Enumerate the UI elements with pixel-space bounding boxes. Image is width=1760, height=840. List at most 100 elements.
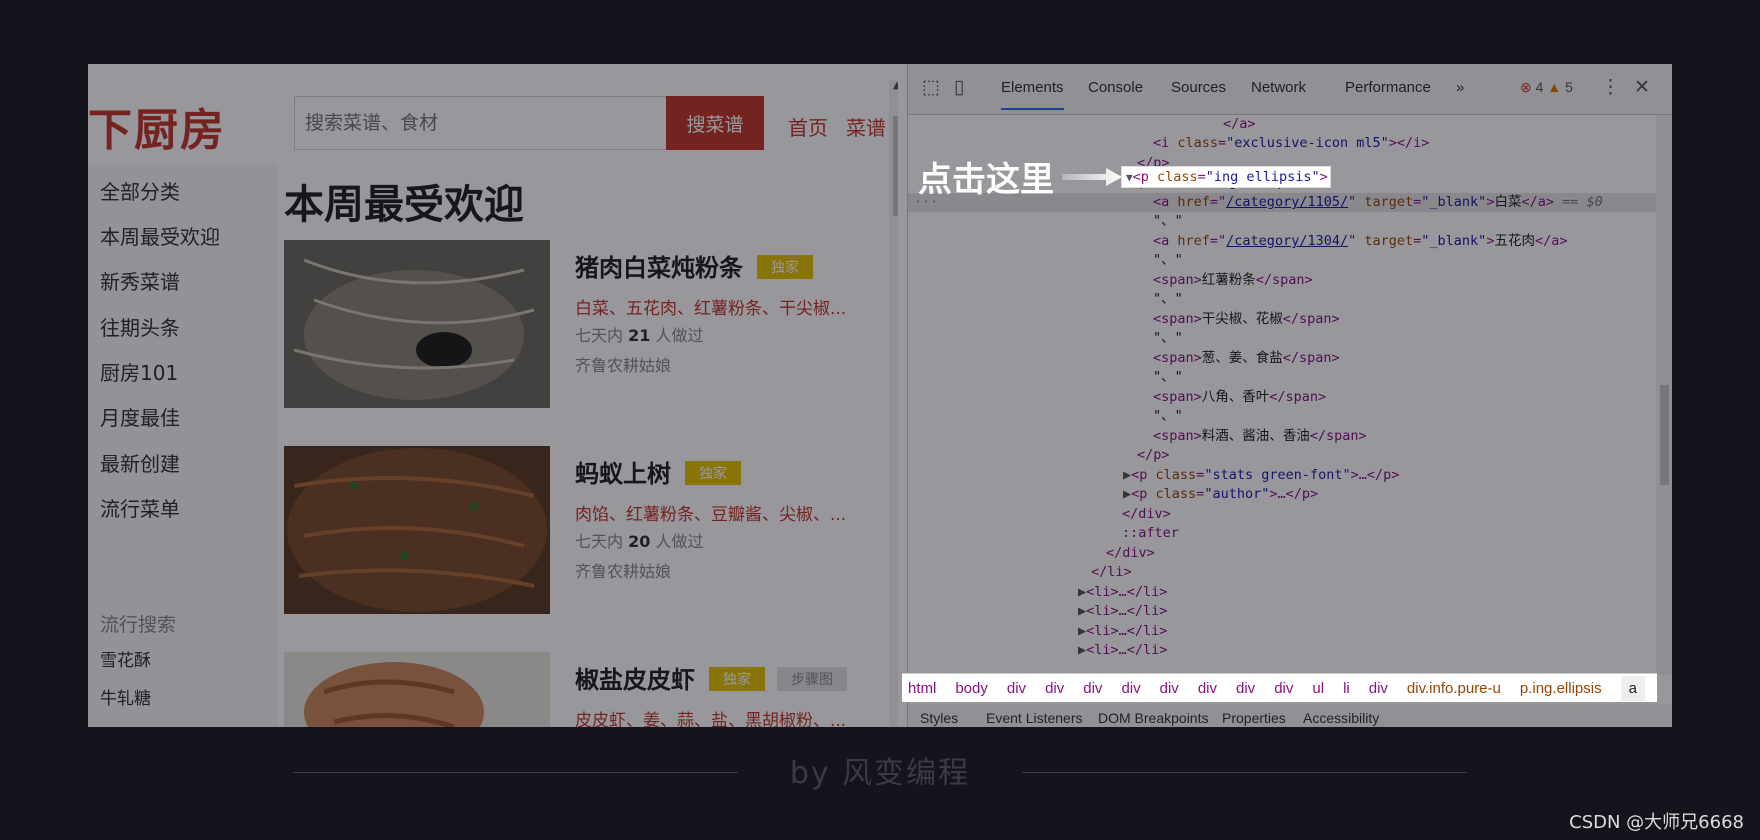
dom-line[interactable]: "、": [908, 368, 1656, 387]
breadcrumb-item[interactable]: body: [955, 680, 988, 697]
breadcrumb-item[interactable]: html: [908, 680, 936, 697]
sidebar-item-popular-menus[interactable]: 流行菜单: [100, 493, 180, 522]
popular-search-item[interactable]: 雪花酥: [100, 646, 151, 671]
recipe-author[interactable]: 齐鲁农耕姑娘: [575, 558, 671, 582]
sidebar-item-all-categories[interactable]: 全部分类: [100, 176, 180, 205]
recipe-title[interactable]: 椒盐皮皮虾 独家 步骤图: [575, 660, 847, 695]
page-scrollbar[interactable]: ▲: [889, 80, 898, 727]
dom-link[interactable]: /category/1105/: [1226, 194, 1348, 210]
dom-line[interactable]: </li>: [908, 563, 1656, 582]
dom-line[interactable]: "、": [908, 251, 1656, 270]
dom-line[interactable]: ▶<li>…</li>: [908, 602, 1656, 621]
dom-scrollbar[interactable]: [1656, 115, 1672, 675]
recipe-image[interactable]: [284, 240, 550, 408]
expand-triangle-icon[interactable]: ▶: [1078, 603, 1086, 619]
dom-line[interactable]: ▶<li>…</li>: [908, 641, 1656, 660]
dom-line[interactable]: ▶<p class="stats green-font">…</p>: [908, 466, 1656, 485]
recipe-image[interactable]: [284, 652, 550, 727]
dom-line[interactable]: <a href="/category/1304/" target="_blank…: [908, 232, 1656, 251]
recipe-ingredients[interactable]: 皮皮虾、姜、蒜、盐、黑胡椒粉、...: [575, 706, 855, 727]
breadcrumb-item[interactable]: p.ing.ellipsis: [1520, 680, 1602, 697]
site-logo[interactable]: 下厨房: [88, 94, 226, 158]
sidebar-item-newest[interactable]: 最新创建: [100, 448, 180, 477]
sidebar-item-past-headlines[interactable]: 往期头条: [100, 312, 180, 341]
tab-console[interactable]: Console: [1088, 79, 1143, 96]
tab-event-listeners[interactable]: Event Listeners: [986, 710, 1083, 726]
expand-triangle-icon[interactable]: ▶: [1123, 486, 1131, 502]
expand-triangle-icon[interactable]: ▶: [1078, 642, 1086, 658]
dom-line[interactable]: </a>: [908, 115, 1656, 134]
tab-styles[interactable]: Styles: [920, 710, 958, 726]
search-input[interactable]: [294, 96, 666, 150]
popular-search-item[interactable]: 牛轧糖: [100, 684, 151, 709]
tab-network[interactable]: Network: [1251, 79, 1306, 96]
dom-line[interactable]: "、": [908, 290, 1656, 309]
close-icon[interactable]: ✕: [1634, 76, 1650, 99]
expand-triangle-icon[interactable]: ▶: [1123, 467, 1131, 483]
recipe-title[interactable]: 猪肉白菜炖粉条 独家: [575, 248, 813, 283]
search-button[interactable]: 搜菜谱: [666, 96, 764, 150]
dom-line[interactable]: </div>: [908, 505, 1656, 524]
breadcrumb-item[interactable]: div: [1198, 680, 1217, 697]
dom-line[interactable]: </div>: [908, 544, 1656, 563]
dom-link[interactable]: /category/1304/: [1226, 233, 1348, 249]
dom-line[interactable]: "、": [908, 329, 1656, 348]
nav-recipes-link[interactable]: 菜谱: [846, 112, 886, 141]
device-toggle-icon[interactable]: ▯: [954, 76, 964, 99]
dom-line[interactable]: <span>干尖椒、花椒</span>: [908, 310, 1656, 329]
highlighted-p-ing-ellipsis[interactable]: ▼<p class="ing ellipsis">: [1121, 166, 1331, 188]
sidebar-item-new-recipes[interactable]: 新秀菜谱: [100, 266, 180, 295]
dom-line[interactable]: <i class="exclusive-icon ml5"></i>: [908, 134, 1656, 153]
recipe-image[interactable]: [284, 446, 550, 614]
tab-dom-breakpoints[interactable]: DOM Breakpoints: [1098, 710, 1208, 726]
scrollbar-thumb[interactable]: [893, 116, 898, 216]
error-warning-counter[interactable]: ⊗ 4 ▲ 5: [1520, 79, 1573, 96]
expand-triangle-icon[interactable]: ▶: [1078, 623, 1086, 639]
recipe-ingredients[interactable]: 白菜、五花肉、红薯粉条、干尖椒...: [575, 294, 855, 319]
recipe-author[interactable]: 齐鲁农耕姑娘: [575, 352, 671, 376]
breadcrumb-item[interactable]: div: [1007, 680, 1026, 697]
dom-line[interactable]: ▶<li>…</li>: [908, 583, 1656, 602]
dom-line[interactable]: ::after: [908, 524, 1656, 543]
recipe-title[interactable]: 蚂蚁上树 独家: [575, 454, 741, 489]
scroll-up-icon[interactable]: ▲: [893, 80, 898, 91]
sidebar-item-kitchen-101[interactable]: 厨房101: [100, 357, 178, 386]
scrollbar-thumb[interactable]: [1660, 385, 1669, 485]
tab-accessibility[interactable]: Accessibility: [1303, 710, 1379, 726]
sidebar-item-monthly-best[interactable]: 月度最佳: [100, 402, 180, 431]
dom-line[interactable]: "、": [908, 212, 1656, 231]
tab-sources[interactable]: Sources: [1171, 79, 1226, 96]
breadcrumb-item[interactable]: div: [1121, 680, 1140, 697]
dom-line[interactable]: <span>料酒、酱油、香油</span>: [908, 427, 1656, 446]
breadcrumb-item[interactable]: ul: [1312, 680, 1324, 697]
dom-line[interactable]: <span>八角、香叶</span>: [908, 388, 1656, 407]
dom-line[interactable]: <span>红薯粉条</span>: [908, 271, 1656, 290]
nav-home-link[interactable]: 首页: [788, 112, 828, 141]
breadcrumb-item[interactable]: div.info.pure-u: [1407, 680, 1501, 697]
recipe-ingredients[interactable]: 肉馅、红薯粉条、豆瓣酱、尖椒、...: [575, 500, 855, 525]
breadcrumb-item[interactable]: div: [1274, 680, 1293, 697]
dom-line[interactable]: ▶<p class="author">…</p>: [908, 485, 1656, 504]
breadcrumb-item[interactable]: div: [1045, 680, 1064, 697]
expand-triangle-icon[interactable]: ▼: [1126, 171, 1133, 184]
dom-line[interactable]: </p>: [908, 446, 1656, 465]
more-tabs-button[interactable]: »: [1456, 79, 1464, 96]
inspect-element-icon[interactable]: ⬚: [922, 76, 940, 99]
tab-elements[interactable]: Elements: [1001, 79, 1064, 110]
dom-line[interactable]: ▶<li>…</li>: [908, 622, 1656, 641]
recipe-title-text[interactable]: 蚂蚁上树: [575, 460, 671, 488]
breadcrumb-item-current[interactable]: a: [1620, 676, 1645, 701]
breadcrumb-item[interactable]: div: [1160, 680, 1179, 697]
breadcrumb-item[interactable]: div: [1083, 680, 1102, 697]
tab-properties[interactable]: Properties: [1222, 710, 1286, 726]
tab-performance[interactable]: Performance: [1345, 79, 1431, 96]
breadcrumb-item[interactable]: li: [1343, 680, 1350, 697]
dom-line[interactable]: "、": [908, 407, 1656, 426]
recipe-title-text[interactable]: 猪肉白菜炖粉条: [575, 254, 743, 282]
breadcrumb-item[interactable]: div: [1369, 680, 1388, 697]
breadcrumb-item[interactable]: div: [1236, 680, 1255, 697]
dom-line[interactable]: <span>葱、姜、食盐</span>: [908, 349, 1656, 368]
expand-triangle-icon[interactable]: ▶: [1078, 584, 1086, 600]
recipe-title-text[interactable]: 椒盐皮皮虾: [575, 666, 695, 694]
sidebar-item-weekly-popular[interactable]: 本周最受欢迎: [100, 221, 220, 250]
